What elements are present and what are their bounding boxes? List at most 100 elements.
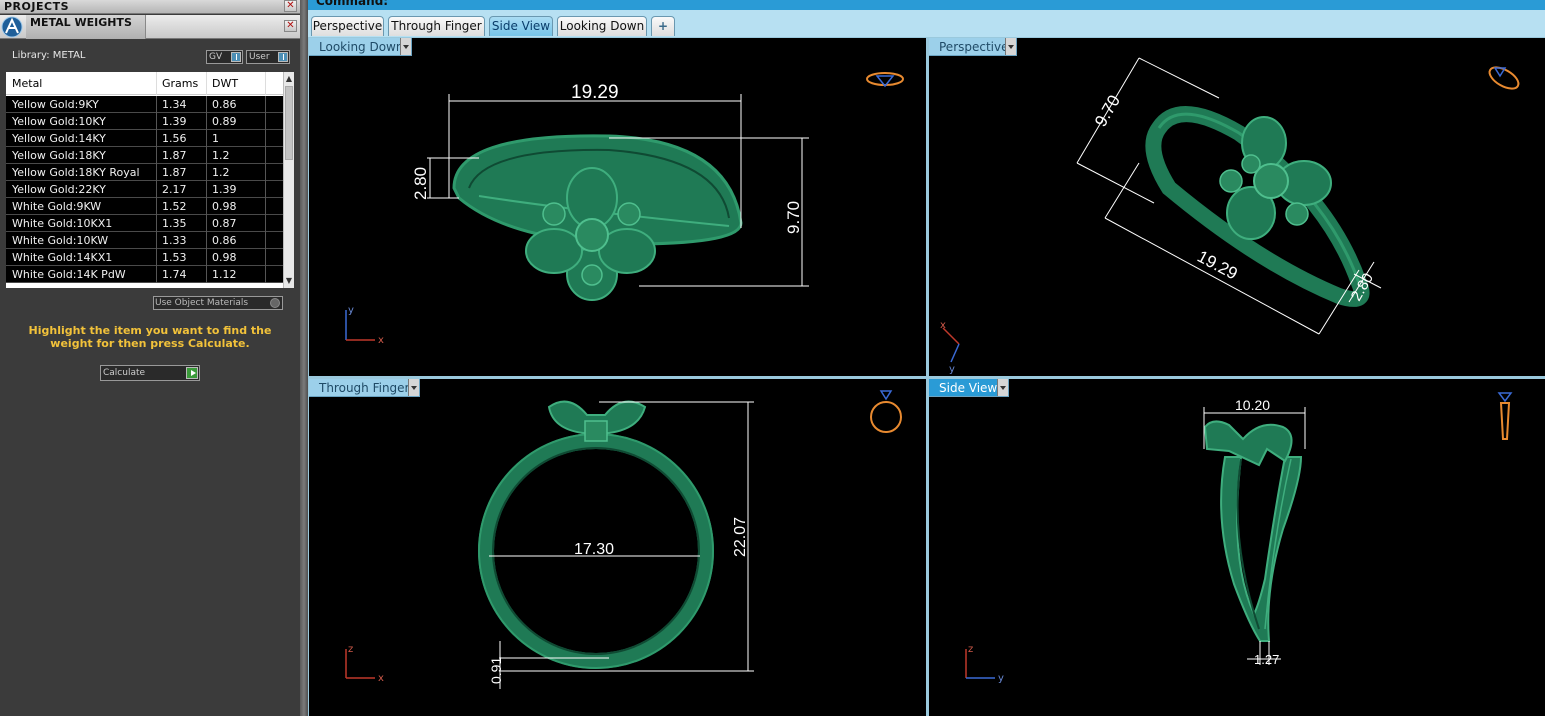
use-object-materials-option[interactable]: Use Object Materials (153, 296, 283, 310)
metal-cell: White Gold:10KW (12, 234, 109, 247)
grams-cell: 1.74 (162, 268, 187, 281)
table-row[interactable]: White Gold:9KW 1.52 0.98 (6, 198, 283, 215)
ring-model (452, 134, 743, 301)
table-row[interactable]: White Gold:10KX1 1.35 0.87 (6, 215, 283, 232)
scroll-down-icon[interactable]: ▼ (284, 275, 294, 287)
dim-height-label: 22.07 (732, 517, 749, 557)
side-view-icon (1497, 392, 1513, 440)
column-divider (206, 198, 207, 215)
viewport-menu-through-finger[interactable]: Through Finger (309, 379, 420, 397)
tab-through-finger[interactable]: Through Finger (388, 16, 485, 36)
dwt-cell: 0.86 (212, 98, 237, 111)
grams-cell: 1.39 (162, 115, 187, 128)
dwt-cell: 1 (212, 132, 219, 145)
column-divider (265, 130, 266, 147)
table-row[interactable]: White Gold:10KW 1.33 0.86 (6, 232, 283, 249)
table-row[interactable]: Yellow Gold:22KY 2.17 1.39 (6, 181, 283, 198)
looking-down-icon (866, 72, 904, 88)
dwt-cell: 1.2 (212, 166, 230, 179)
user-toggle[interactable]: User (246, 50, 290, 64)
metal-weights-table: Metal Grams DWT Yellow Gold:9KY 1.34 0.86 Y… (6, 72, 294, 288)
column-divider (156, 198, 157, 215)
dwt-cell: 0.87 (212, 217, 237, 230)
table-row[interactable]: Yellow Gold:9KY 1.34 0.86 (6, 96, 283, 113)
dwt-cell: 1.12 (212, 268, 237, 281)
viewport-label: Through Finger (319, 381, 410, 395)
metal-weights-tab[interactable]: METAL WEIGHTS (26, 15, 146, 39)
add-tab-button[interactable]: + (651, 16, 675, 36)
dim-width-label: 10.20 (1235, 397, 1270, 413)
through-finger-canvas: 17.30 22.07 0.91 z x (345, 390, 902, 689)
viewport-perspective[interactable]: 9.70 19.29 2.80 x y Perspective (929, 38, 1545, 376)
radio-icon[interactable] (270, 298, 280, 308)
viewport-menu-looking-down[interactable]: Looking Down (309, 38, 412, 56)
column-divider (156, 164, 157, 181)
panel-splitter[interactable] (300, 0, 308, 716)
metal-weights-title: METAL WEIGHTS (30, 16, 132, 29)
axis-y-label: y (949, 364, 955, 375)
column-divider (156, 147, 157, 164)
dim-depth-label: 9.70 (784, 201, 803, 234)
column-divider (206, 130, 207, 147)
ring-model (478, 400, 714, 669)
table-scrollbar[interactable]: ▲ ▼ (283, 72, 294, 288)
play-icon[interactable] (186, 367, 198, 379)
column-divider (265, 96, 266, 113)
column-divider (265, 215, 266, 232)
column-divider (265, 232, 266, 249)
axis-x-label: x (940, 320, 946, 331)
chevron-down-icon[interactable] (997, 379, 1008, 396)
table-row[interactable]: Yellow Gold:18KY 1.87 1.2 (6, 147, 283, 164)
axis-y-label: y (348, 305, 354, 316)
viewport-menu-perspective[interactable]: Perspective (929, 38, 1017, 56)
table-row[interactable]: Yellow Gold:10KY 1.39 0.89 (6, 113, 283, 130)
side-view-canvas: 10.20 1.27 z y (965, 392, 1513, 684)
tab-side-view[interactable]: Side View (489, 16, 553, 36)
viewport-menu-side-view[interactable]: Side View (929, 379, 1009, 397)
viewport-through-finger[interactable]: 17.30 22.07 0.91 z x Through Finger (309, 379, 926, 716)
axis-x-label: x (378, 335, 384, 346)
command-line[interactable]: Command: (308, 0, 1545, 10)
viewport-side-view[interactable]: 10.20 1.27 z y Side View (929, 379, 1545, 716)
tab-perspective[interactable]: Perspective (311, 16, 384, 36)
metal-cell: Yellow Gold:10KY (12, 115, 106, 128)
gv-toggle-label: GV (209, 52, 223, 62)
close-icon[interactable]: ✕ (284, 20, 297, 32)
close-icon[interactable]: ✕ (284, 0, 297, 12)
scrollbar-thumb[interactable] (285, 86, 293, 160)
viewport-looking-down[interactable]: 19.29 2.80 9.70 y x Looking Down (309, 38, 926, 376)
toggle-knob-icon (231, 52, 241, 62)
column-divider (206, 113, 207, 130)
scroll-up-icon[interactable]: ▲ (284, 73, 294, 85)
toggle-knob-icon (278, 52, 288, 62)
chevron-down-icon[interactable] (1005, 38, 1016, 55)
dwt-cell: 1.2 (212, 149, 230, 162)
column-divider (206, 232, 207, 249)
table-row[interactable]: Yellow Gold:18KY Royal 1.87 1.2 (6, 164, 283, 181)
tab-looking-down[interactable]: Looking Down (557, 16, 647, 36)
column-divider (156, 113, 157, 130)
grams-cell: 1.53 (162, 251, 187, 264)
ring-model (1145, 106, 1370, 307)
grams-cell: 1.33 (162, 234, 187, 247)
column-divider (156, 96, 157, 113)
table-row[interactable]: White Gold:14K PdW 1.74 1.12 (6, 266, 283, 283)
column-divider (206, 72, 207, 95)
chevron-down-icon[interactable] (408, 379, 419, 396)
table-row[interactable]: Yellow Gold:14KY 1.56 1 (6, 130, 283, 147)
column-header-metal[interactable]: Metal (12, 77, 42, 90)
grams-cell: 1.87 (162, 166, 187, 179)
calculate-button[interactable]: Calculate (100, 365, 200, 381)
grams-cell: 1.56 (162, 132, 187, 145)
column-divider (156, 181, 157, 198)
ring-model (1203, 420, 1303, 642)
viewport-label: Looking Down (319, 40, 404, 54)
metal-cell: White Gold:9KW (12, 200, 102, 213)
table-row[interactable]: White Gold:14KX1 1.53 0.98 (6, 249, 283, 266)
chevron-down-icon[interactable] (400, 38, 411, 55)
column-divider (156, 232, 157, 249)
column-divider (156, 249, 157, 266)
gv-toggle[interactable]: GV (206, 50, 243, 64)
column-header-dwt[interactable]: DWT (212, 77, 238, 90)
column-header-grams[interactable]: Grams (162, 77, 198, 90)
